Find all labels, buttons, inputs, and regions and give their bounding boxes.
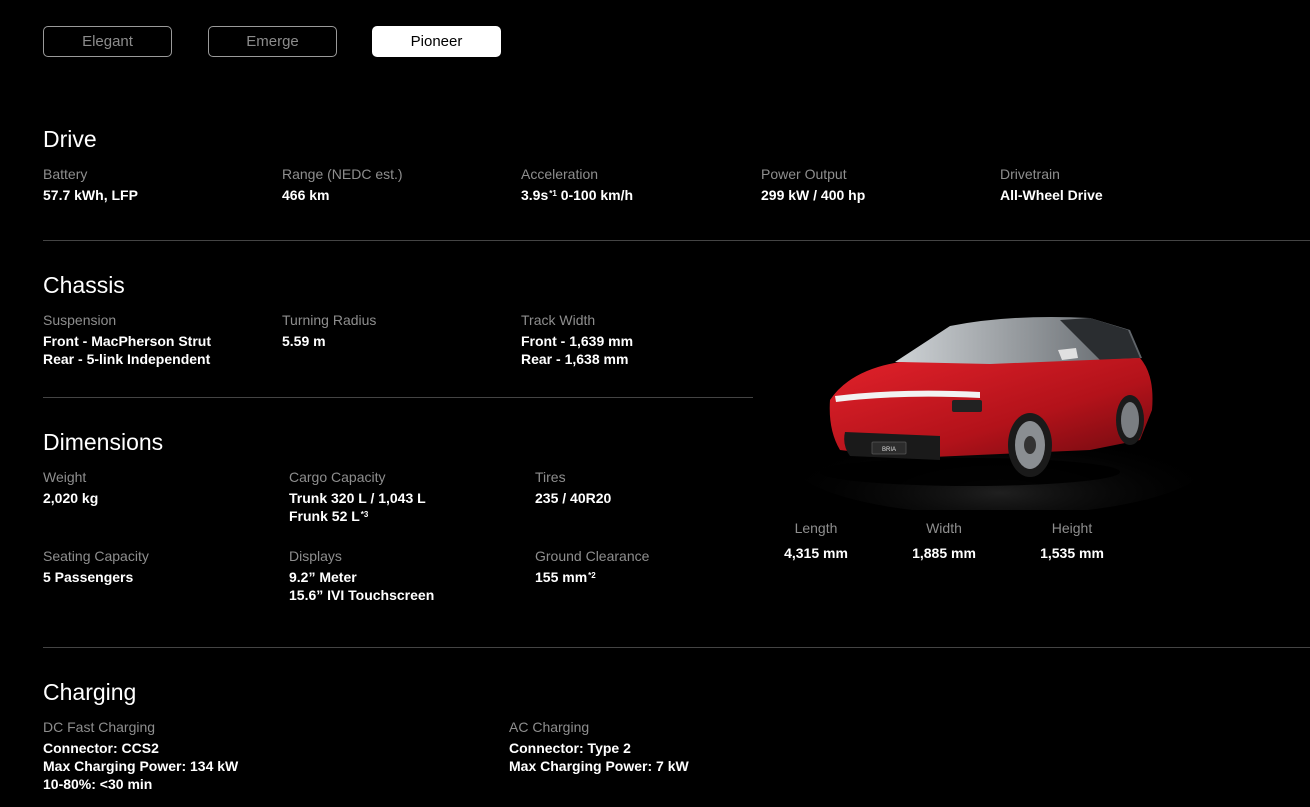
- width-label: Width: [926, 520, 962, 536]
- clearance-label: Ground Clearance: [535, 548, 650, 564]
- dc-max-power: Max Charging Power: 134 kW: [43, 758, 239, 774]
- weight-label: Weight: [43, 469, 87, 485]
- ac-connector: Connector: Type 2: [509, 740, 631, 756]
- battery-label: Battery: [43, 166, 88, 182]
- dc-charge-time: 10-80%: <30 min: [43, 776, 153, 792]
- acceleration-label: Acceleration: [521, 166, 599, 182]
- length-label: Length: [794, 520, 838, 536]
- chassis-title: Chassis: [43, 272, 125, 298]
- suspension-label: Suspension: [43, 312, 117, 328]
- car-image: BRIA: [790, 300, 1210, 515]
- track-width-front: Front - 1,639 mm: [521, 333, 634, 349]
- seating-value: 5 Passengers: [43, 569, 134, 585]
- power-value: 299 kW / 400 hp: [761, 187, 866, 203]
- height-label: Height: [1051, 520, 1093, 536]
- divider: [43, 397, 753, 398]
- battery-value: 57.7 kWh, LFP: [43, 187, 138, 203]
- drivetrain-value: All-Wheel Drive: [1000, 187, 1103, 203]
- cargo-trunk: Trunk 320 L / 1,043 L: [289, 490, 426, 506]
- suspension-front: Front - MacPherson Strut: [43, 333, 212, 349]
- turning-radius-label: Turning Radius: [282, 312, 377, 328]
- footnote-marker: *2: [588, 571, 596, 580]
- ac-charging-label: AC Charging: [509, 719, 590, 735]
- cargo-label: Cargo Capacity: [289, 469, 386, 485]
- length-value: 4,315 mm: [784, 545, 848, 561]
- drivetrain-label: Drivetrain: [1000, 166, 1060, 182]
- trim-elegant-button[interactable]: Elegant: [43, 26, 172, 57]
- footnote-marker: *3: [360, 510, 369, 519]
- displays-ivi: 15.6” IVI Touchscreen: [289, 587, 435, 603]
- dc-charging-label: DC Fast Charging: [43, 719, 156, 735]
- power-label: Power Output: [761, 166, 847, 182]
- cargo-frunk: Frunk 52 L*3: [289, 508, 369, 524]
- clearance-value: 155 mm*2: [535, 569, 596, 585]
- dc-connector: Connector: CCS2: [43, 740, 159, 756]
- ac-max-power: Max Charging Power: 7 kW: [509, 758, 689, 774]
- car-illustration: BRIA: [790, 317, 1210, 515]
- divider: [43, 240, 1310, 241]
- turning-radius-value: 5.59 m: [282, 333, 326, 349]
- trim-pioneer-button[interactable]: Pioneer: [372, 26, 501, 57]
- divider: [43, 647, 1310, 648]
- tires-value: 235 / 40R20: [535, 490, 612, 506]
- displays-label: Displays: [289, 548, 342, 564]
- dimensions-title: Dimensions: [43, 429, 164, 455]
- weight-value: 2,020 kg: [43, 490, 99, 506]
- width-value: 1,885 mm: [912, 545, 976, 561]
- range-label: Range (NEDC est.): [282, 166, 403, 182]
- footnote-marker: *1: [549, 189, 557, 198]
- track-width-rear: Rear - 1,638 mm: [521, 351, 629, 367]
- tires-label: Tires: [535, 469, 566, 485]
- acceleration-value: 3.9s*1 0-100 km/h: [521, 187, 634, 203]
- track-width-label: Track Width: [521, 312, 596, 328]
- drive-title: Drive: [43, 126, 97, 152]
- trim-emerge-button[interactable]: Emerge: [208, 26, 337, 57]
- suspension-rear: Rear - 5-link Independent: [43, 351, 211, 367]
- range-value: 466 km: [282, 187, 330, 203]
- displays-meter: 9.2” Meter: [289, 569, 357, 585]
- height-value: 1,535 mm: [1040, 545, 1104, 561]
- seating-label: Seating Capacity: [43, 548, 149, 564]
- charging-title: Charging: [43, 679, 137, 705]
- car-badge-text: BRIA: [882, 447, 896, 453]
